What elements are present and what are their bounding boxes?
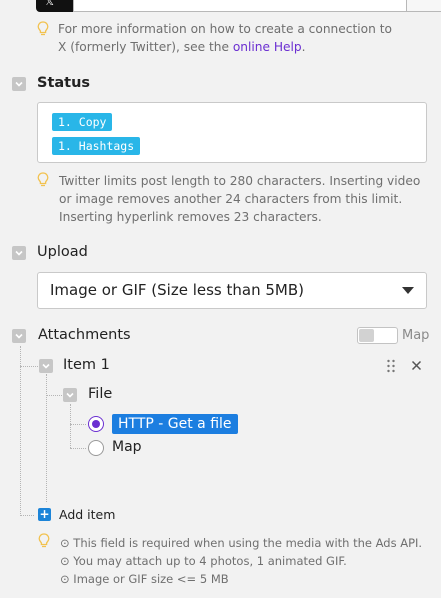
dropdown-caret-icon [402, 287, 414, 294]
switch-knob [359, 329, 374, 342]
help-text-prefix: For more information on how to create a … [58, 22, 392, 54]
item-label: Item 1 [63, 357, 110, 373]
add-item-button[interactable]: Add item [59, 507, 115, 522]
lightbulb-icon [38, 533, 50, 548]
chevron-down-icon [42, 363, 50, 369]
connection-select[interactable] [73, 0, 407, 12]
note-text: This field is required when using the me… [73, 536, 423, 550]
attachments-label: Attachments [38, 327, 131, 343]
tree-line [46, 395, 62, 396]
connection-help-text: For more information on how to create a … [58, 20, 403, 56]
map-toggle-label: Map [402, 328, 430, 343]
tree-line [20, 515, 34, 516]
attachments-map-toggle[interactable] [357, 327, 398, 344]
add-connection-button[interactable] [406, 0, 441, 12]
item-collapse-toggle[interactable] [39, 359, 53, 373]
map-option-label[interactable]: Map [112, 439, 142, 455]
file-collapse-toggle[interactable] [63, 388, 77, 402]
radio-http-get-file[interactable] [88, 416, 104, 432]
status-pill-hashtags[interactable]: 1. Hashtags [52, 137, 141, 155]
tree-line [20, 366, 38, 367]
note-text: You may attach up to 4 photos, 1 animate… [73, 554, 347, 568]
tree-line [46, 374, 47, 502]
online-help-link[interactable]: online Help [233, 40, 302, 54]
file-label: File [88, 386, 113, 402]
tree-line [70, 448, 86, 449]
tree-line [20, 346, 21, 516]
x-logo-icon: 𝕏 [36, 0, 73, 12]
attachments-collapse-toggle[interactable] [12, 329, 26, 343]
status-input[interactable]: 1. Copy 1. Hashtags [37, 102, 427, 163]
radio-map[interactable] [88, 440, 104, 456]
status-hint-text: Twitter limits post length to 280 charac… [59, 174, 421, 224]
lightbulb-icon [37, 172, 49, 187]
attachments-notes: ⊙ This field is required when using the … [60, 534, 435, 588]
chevron-down-icon [15, 250, 23, 256]
status-collapse-toggle[interactable] [12, 77, 26, 91]
add-item-icon[interactable]: + [38, 508, 51, 521]
close-icon[interactable] [411, 360, 422, 371]
status-label: Status [37, 75, 91, 91]
status-pill-copy[interactable]: 1. Copy [52, 113, 113, 131]
chevron-down-icon [66, 392, 74, 398]
chevron-down-icon [15, 333, 23, 339]
lightbulb-icon [37, 21, 49, 36]
note-item: ⊙ This field is required when using the … [60, 536, 423, 550]
connection-row: 𝕏 [36, 0, 441, 12]
note-text: Image or GIF size <= 5 MB [73, 572, 229, 586]
drag-handle-icon[interactable] [386, 359, 396, 373]
http-get-file-option[interactable]: HTTP - Get a file [112, 414, 238, 434]
upload-type-select[interactable]: Image or GIF (Size less than 5MB) [37, 272, 427, 309]
note-item: ⊙ You may attach up to 4 photos, 1 anima… [60, 554, 347, 568]
note-item: ⊙ Image or GIF size <= 5 MB [60, 572, 229, 586]
upload-collapse-toggle[interactable] [12, 246, 26, 260]
tree-line [70, 424, 86, 425]
chevron-down-icon [15, 81, 23, 87]
upload-label: Upload [37, 244, 88, 260]
help-text-suffix: . [301, 40, 306, 54]
upload-selected-value: Image or GIF (Size less than 5MB) [50, 281, 304, 299]
tree-line [70, 404, 71, 448]
